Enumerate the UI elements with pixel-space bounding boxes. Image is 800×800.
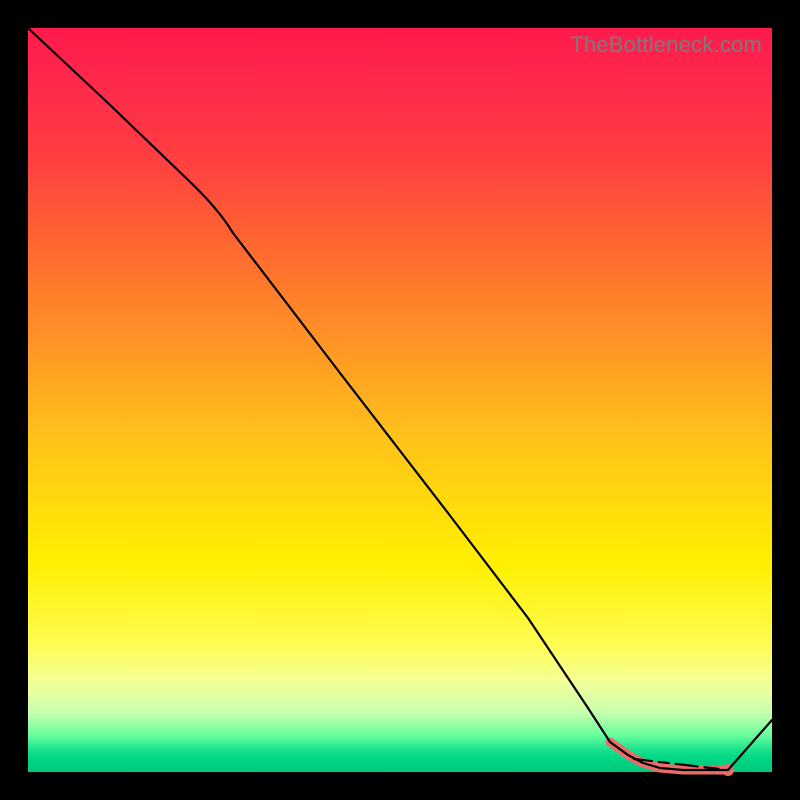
chart-frame: TheBottleneck.com <box>0 0 800 800</box>
bottleneck-curve <box>28 28 772 770</box>
optimal-range-highlight <box>610 742 724 770</box>
plot-area: TheBottleneck.com <box>28 28 772 772</box>
chart-svg <box>28 28 772 772</box>
